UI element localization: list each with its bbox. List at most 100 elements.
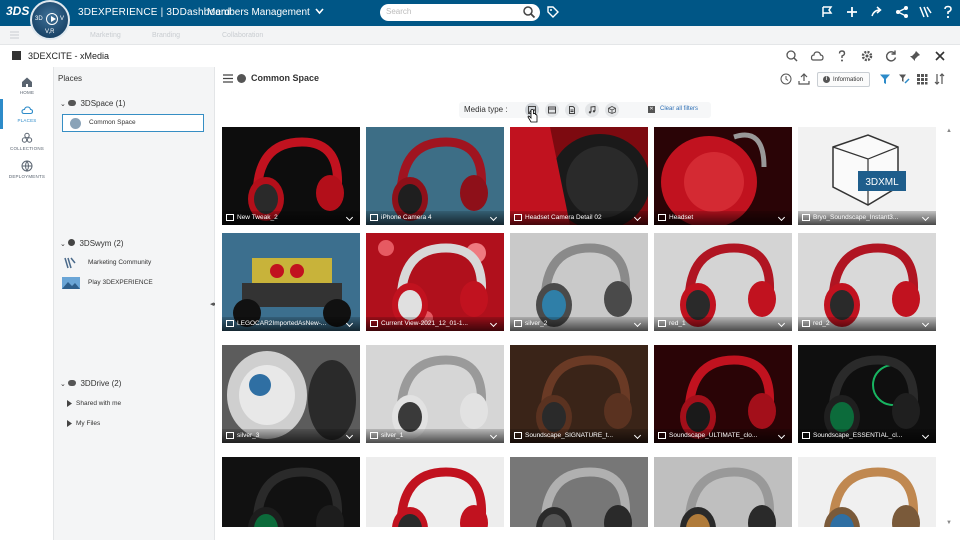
media-card[interactable] <box>510 457 648 527</box>
filter-video-button[interactable] <box>545 103 559 117</box>
3dexperience-compass[interactable]: 3D V V,R <box>30 0 70 40</box>
nav-home[interactable]: HOME <box>0 72 54 102</box>
pin-icon[interactable] <box>908 49 922 63</box>
filter-3d-button[interactable] <box>605 103 619 117</box>
home-icon <box>22 77 32 87</box>
chevron-down-icon[interactable] <box>635 433 641 439</box>
clear-all-filters-link[interactable]: ✕ Clear all filters <box>648 106 698 113</box>
media-card-caption: silver_2 <box>510 317 648 331</box>
help-icon[interactable] <box>941 5 955 19</box>
nav-deployments-label: DEPLOYMENTS <box>8 174 46 179</box>
search-input[interactable]: Search <box>380 4 540 21</box>
media-card-name: Soundscape_SIGNATURE_t... <box>525 432 614 439</box>
media-card-name: Headset Camera Detail 02 <box>525 214 602 221</box>
media-card[interactable] <box>654 457 792 527</box>
dashboard-menu[interactable]: Members Management <box>207 7 324 18</box>
chevron-down-icon: ⌄ <box>60 241 66 248</box>
media-card-name: New Tweak_2 <box>237 214 278 221</box>
media-card[interactable]: Soundscape_SIGNATURE_t... <box>510 345 648 443</box>
media-card[interactable]: Headset Camera Detail 02 <box>510 127 648 225</box>
media-card[interactable]: silver_2 <box>510 233 648 331</box>
media-card-name: silver_3 <box>237 432 260 439</box>
media-card[interactable] <box>366 457 504 527</box>
media-card[interactable] <box>222 457 360 527</box>
media-card[interactable]: red_1 <box>654 233 792 331</box>
chevron-down-icon[interactable] <box>347 433 353 439</box>
chevron-down-icon[interactable] <box>347 321 353 327</box>
media-card-caption: Soundscape_SIGNATURE_t... <box>510 429 648 443</box>
place-common-space[interactable]: Common Space <box>62 114 204 132</box>
media-card[interactable]: Soundscape_ESSENTIAL_cl... <box>798 345 936 443</box>
media-card[interactable]: Soundscape_ULTIMATE_clo... <box>654 345 792 443</box>
history-icon[interactable] <box>780 73 792 85</box>
image-icon <box>802 320 810 327</box>
information-button[interactable]: i Information <box>817 72 870 87</box>
chevron-down-icon[interactable] <box>779 215 785 221</box>
refresh-icon[interactable] <box>884 49 898 63</box>
media-card[interactable] <box>798 457 936 527</box>
share-arrow-icon[interactable] <box>870 5 884 19</box>
media-card[interactable]: silver_3 <box>222 345 360 443</box>
media-card-caption: Soundscape_ULTIMATE_clo... <box>654 429 792 443</box>
place-common-space-label: Common Space <box>89 119 136 126</box>
close-icon[interactable] <box>933 49 947 63</box>
chevron-down-icon[interactable] <box>491 321 497 327</box>
menu-icon[interactable] <box>10 31 19 39</box>
image-icon <box>370 214 378 221</box>
filter-edit-icon[interactable] <box>898 73 910 85</box>
upload-icon[interactable] <box>798 73 810 85</box>
group-3ddrive[interactable]: ⌄ 3DDrive (2) <box>60 379 121 388</box>
compass-apps-icon[interactable] <box>918 5 932 19</box>
tag-icon[interactable] <box>546 5 560 19</box>
scroll-down-icon[interactable]: ▼ <box>946 520 952 526</box>
group-3dswym[interactable]: ⌄ 3DSwym (2) <box>60 239 124 248</box>
grid-view-icon[interactable] <box>916 73 928 85</box>
mouse-cursor <box>527 109 538 123</box>
tab-ghost-3[interactable]: Collaboration <box>222 32 263 39</box>
media-card[interactable]: 3DXML Bryo_Soundscape_Instant3... <box>798 127 936 225</box>
chevron-down-icon[interactable] <box>347 215 353 221</box>
scrollbar[interactable]: ▲ ▼ <box>946 128 952 526</box>
chevron-down-icon[interactable] <box>491 215 497 221</box>
filter-audio-button[interactable] <box>585 103 599 117</box>
gear-icon[interactable] <box>860 49 874 63</box>
chevron-down-icon[interactable] <box>923 215 929 221</box>
media-card-caption: silver_3 <box>222 429 360 443</box>
chevron-down-icon[interactable] <box>635 215 641 221</box>
nav-deployments[interactable]: DEPLOYMENTS <box>0 156 54 186</box>
menu-icon[interactable] <box>223 74 233 83</box>
chevron-down-icon[interactable] <box>779 321 785 327</box>
group-3dspace[interactable]: ⌄ 3DSpace (1) <box>60 99 125 108</box>
media-card[interactable]: red_2 <box>798 233 936 331</box>
search-icon[interactable] <box>522 5 536 19</box>
chevron-down-icon[interactable] <box>491 433 497 439</box>
help-icon[interactable] <box>835 49 849 63</box>
tab-ghost-1[interactable]: Marketing <box>90 32 121 39</box>
chevron-down-icon[interactable] <box>635 321 641 327</box>
sort-icon[interactable] <box>934 73 946 85</box>
chevron-down-icon[interactable] <box>779 433 785 439</box>
media-card[interactable]: iPhone Camera 4 <box>366 127 504 225</box>
cloud-icon[interactable] <box>810 49 824 63</box>
chevron-down-icon: ⌄ <box>60 101 66 108</box>
plus-icon[interactable] <box>845 5 859 19</box>
tab-ghost-2[interactable]: Branding <box>152 32 180 39</box>
flag-icon[interactable] <box>820 5 834 19</box>
network-share-icon[interactable] <box>895 5 909 19</box>
scroll-up-icon[interactable]: ▲ <box>946 128 952 134</box>
compass-left-label: 3D <box>35 16 43 22</box>
search-icon[interactable] <box>785 49 799 63</box>
nav-collections[interactable]: COLLECTIONS <box>0 128 54 158</box>
media-card[interactable]: New Tweak_2 <box>222 127 360 225</box>
chevron-down-icon[interactable] <box>923 321 929 327</box>
media-card[interactable]: LEGOCAR2ImportedAsNew-... <box>222 233 360 331</box>
nav-places[interactable]: PLACES <box>0 100 54 130</box>
place-marketing-community-label: Marketing Community <box>88 259 152 266</box>
chevron-down-icon[interactable] <box>923 433 929 439</box>
media-card[interactable]: Current View-2021_12_01-1... <box>366 233 504 331</box>
media-card[interactable]: Headset <box>654 127 792 225</box>
filter-icon[interactable] <box>879 73 891 85</box>
media-card[interactable]: silver_1 <box>366 345 504 443</box>
image-icon <box>514 432 522 439</box>
filter-document-button[interactable] <box>565 103 579 117</box>
